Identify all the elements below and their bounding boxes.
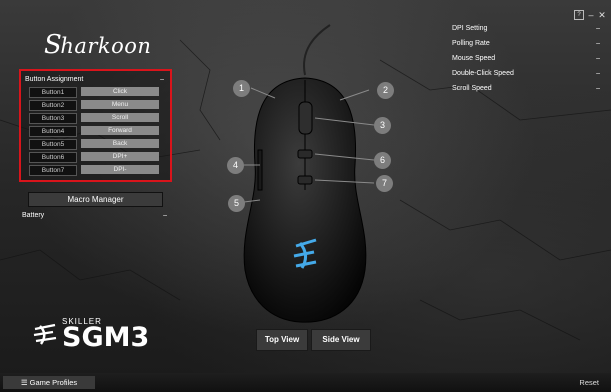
top-view-button[interactable]: Top View	[256, 329, 308, 351]
callout-badge: 3	[374, 117, 391, 134]
app-window: Sharkoon ? – ✕ Button Assignment – Butto…	[0, 0, 611, 392]
callout-badge: 6	[374, 152, 391, 169]
callout-badge: 2	[377, 82, 394, 99]
side-view-button[interactable]: Side View	[311, 329, 371, 351]
skiller-sgm3-logo: SKILLER SGM3	[32, 317, 150, 353]
bottom-bar: ☰ Game Profiles Reset	[0, 373, 611, 392]
scroll-wheel	[298, 101, 313, 135]
model-text: SGM3	[62, 322, 150, 353]
callout-badge: 5	[228, 195, 245, 212]
callout-badge: 4	[227, 157, 244, 174]
sharkoon-brand-icon	[33, 323, 57, 345]
callout-badge: 1	[233, 80, 250, 97]
game-profiles-button[interactable]: ☰ Game Profiles	[3, 376, 95, 389]
reset-button[interactable]: Reset	[579, 378, 599, 387]
callout-badge: 7	[376, 175, 393, 192]
